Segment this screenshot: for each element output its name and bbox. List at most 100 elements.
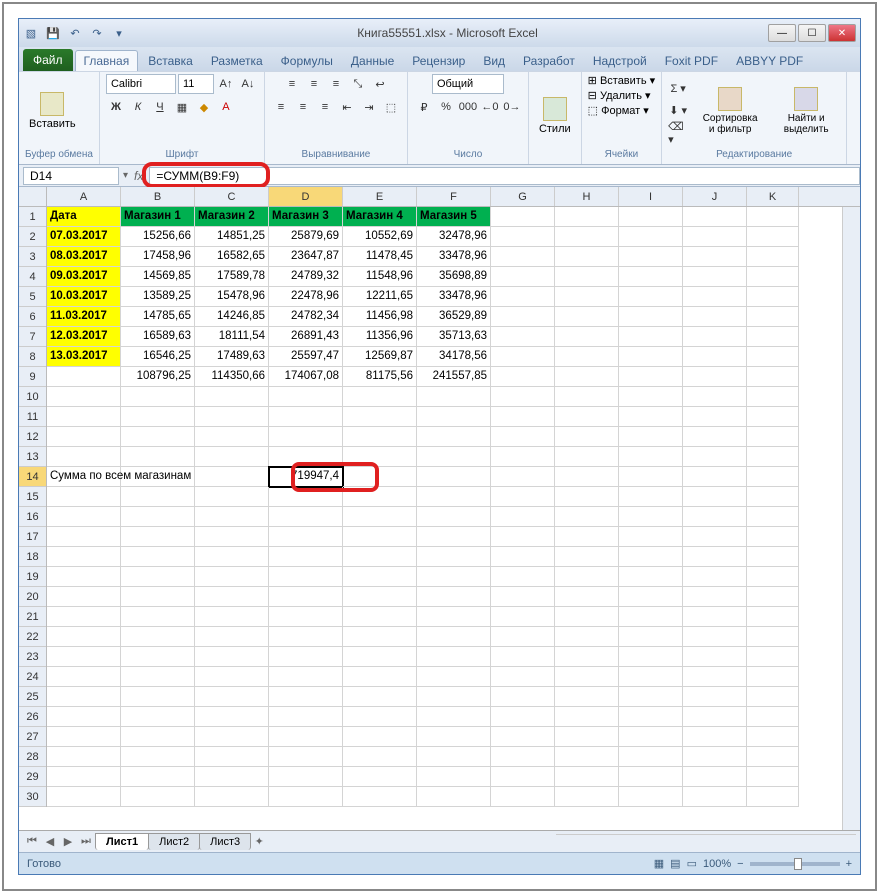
- new-sheet-icon[interactable]: ✦: [250, 835, 268, 848]
- cell[interactable]: [747, 307, 799, 327]
- cell[interactable]: [683, 587, 747, 607]
- cell[interactable]: [747, 447, 799, 467]
- cell[interactable]: [491, 367, 555, 387]
- cell[interactable]: 14851,25: [195, 227, 269, 247]
- cell[interactable]: [121, 607, 195, 627]
- sheet-nav-next-icon[interactable]: ▶: [59, 835, 77, 848]
- tab-developer[interactable]: Разработ: [515, 51, 583, 71]
- cell[interactable]: [343, 647, 417, 667]
- col-header-C[interactable]: C: [195, 187, 269, 206]
- cell[interactable]: [683, 267, 747, 287]
- cell[interactable]: [683, 247, 747, 267]
- row-header-3[interactable]: 3: [19, 247, 46, 267]
- cell[interactable]: [619, 347, 683, 367]
- cell[interactable]: [683, 387, 747, 407]
- formula-input[interactable]: =СУММ(B9:F9): [149, 167, 860, 185]
- zoom-out-icon[interactable]: −: [737, 858, 743, 870]
- cell[interactable]: 108796,25: [121, 367, 195, 387]
- cell[interactable]: [343, 407, 417, 427]
- cell[interactable]: [121, 707, 195, 727]
- fill-color-icon[interactable]: ◆: [194, 97, 214, 117]
- cell[interactable]: [47, 587, 121, 607]
- cell[interactable]: [747, 507, 799, 527]
- cell[interactable]: [47, 547, 121, 567]
- cell[interactable]: 34178,56: [417, 347, 491, 367]
- select-all-corner[interactable]: [19, 187, 47, 207]
- minimize-button[interactable]: —: [768, 24, 796, 42]
- cell[interactable]: [47, 687, 121, 707]
- cell[interactable]: [619, 487, 683, 507]
- cell[interactable]: [491, 507, 555, 527]
- cell[interactable]: [121, 407, 195, 427]
- cell[interactable]: 11456,98: [343, 307, 417, 327]
- cell[interactable]: [683, 727, 747, 747]
- row-header-8[interactable]: 8: [19, 347, 46, 367]
- sheet-nav-last-icon[interactable]: ⏭: [77, 835, 95, 848]
- cell[interactable]: [343, 727, 417, 747]
- cell[interactable]: [747, 247, 799, 267]
- cell[interactable]: [121, 767, 195, 787]
- fx-icon[interactable]: fx: [128, 169, 149, 183]
- tab-review[interactable]: Рецензир: [404, 51, 473, 71]
- row-header-30[interactable]: 30: [19, 787, 46, 807]
- indent-dec-icon[interactable]: ⇤: [337, 97, 357, 117]
- cell[interactable]: [555, 207, 619, 227]
- sheet-tab-2[interactable]: Лист2: [148, 833, 200, 850]
- col-header-B[interactable]: B: [121, 187, 195, 206]
- cell[interactable]: Дата: [47, 207, 121, 227]
- cell[interactable]: [269, 487, 343, 507]
- cell[interactable]: [683, 747, 747, 767]
- cell[interactable]: [619, 647, 683, 667]
- cell[interactable]: [747, 527, 799, 547]
- cell[interactable]: [619, 787, 683, 807]
- cell[interactable]: [417, 627, 491, 647]
- cell[interactable]: [195, 707, 269, 727]
- cell[interactable]: [555, 527, 619, 547]
- cell[interactable]: [619, 327, 683, 347]
- align-center-icon[interactable]: ≡: [293, 97, 313, 117]
- tab-data[interactable]: Данные: [343, 51, 402, 71]
- cell[interactable]: [195, 387, 269, 407]
- cell[interactable]: Магазин 4: [343, 207, 417, 227]
- col-header-K[interactable]: K: [747, 187, 799, 206]
- cell[interactable]: Сумма по всем магазинам: [47, 467, 121, 487]
- cell[interactable]: [269, 787, 343, 807]
- cell[interactable]: [555, 647, 619, 667]
- cell[interactable]: [619, 427, 683, 447]
- cell[interactable]: [195, 667, 269, 687]
- cell[interactable]: 35713,63: [417, 327, 491, 347]
- cell[interactable]: [343, 547, 417, 567]
- cell[interactable]: [555, 767, 619, 787]
- cell[interactable]: [343, 707, 417, 727]
- cell[interactable]: [747, 367, 799, 387]
- cell[interactable]: [417, 507, 491, 527]
- cell[interactable]: [195, 687, 269, 707]
- cell[interactable]: [683, 567, 747, 587]
- cell[interactable]: [195, 647, 269, 667]
- indent-inc-icon[interactable]: ⇥: [359, 97, 379, 117]
- cell[interactable]: [619, 267, 683, 287]
- cell[interactable]: [491, 547, 555, 567]
- cell[interactable]: [417, 707, 491, 727]
- cell[interactable]: [47, 727, 121, 747]
- cell[interactable]: [417, 607, 491, 627]
- cell[interactable]: 25879,69: [269, 227, 343, 247]
- cell[interactable]: 81175,56: [343, 367, 417, 387]
- cell[interactable]: [343, 787, 417, 807]
- cell[interactable]: [417, 567, 491, 587]
- cell[interactable]: [555, 587, 619, 607]
- cell[interactable]: [491, 407, 555, 427]
- cell[interactable]: [747, 587, 799, 607]
- cell[interactable]: [417, 727, 491, 747]
- cell[interactable]: [491, 727, 555, 747]
- cell[interactable]: [269, 607, 343, 627]
- cell[interactable]: 16546,25: [121, 347, 195, 367]
- cell[interactable]: [747, 647, 799, 667]
- cell[interactable]: [555, 727, 619, 747]
- cell[interactable]: [195, 767, 269, 787]
- row-header-21[interactable]: 21: [19, 607, 46, 627]
- view-break-icon[interactable]: ▭: [687, 857, 697, 870]
- cell[interactable]: [491, 707, 555, 727]
- cell[interactable]: [343, 587, 417, 607]
- cell[interactable]: [47, 367, 121, 387]
